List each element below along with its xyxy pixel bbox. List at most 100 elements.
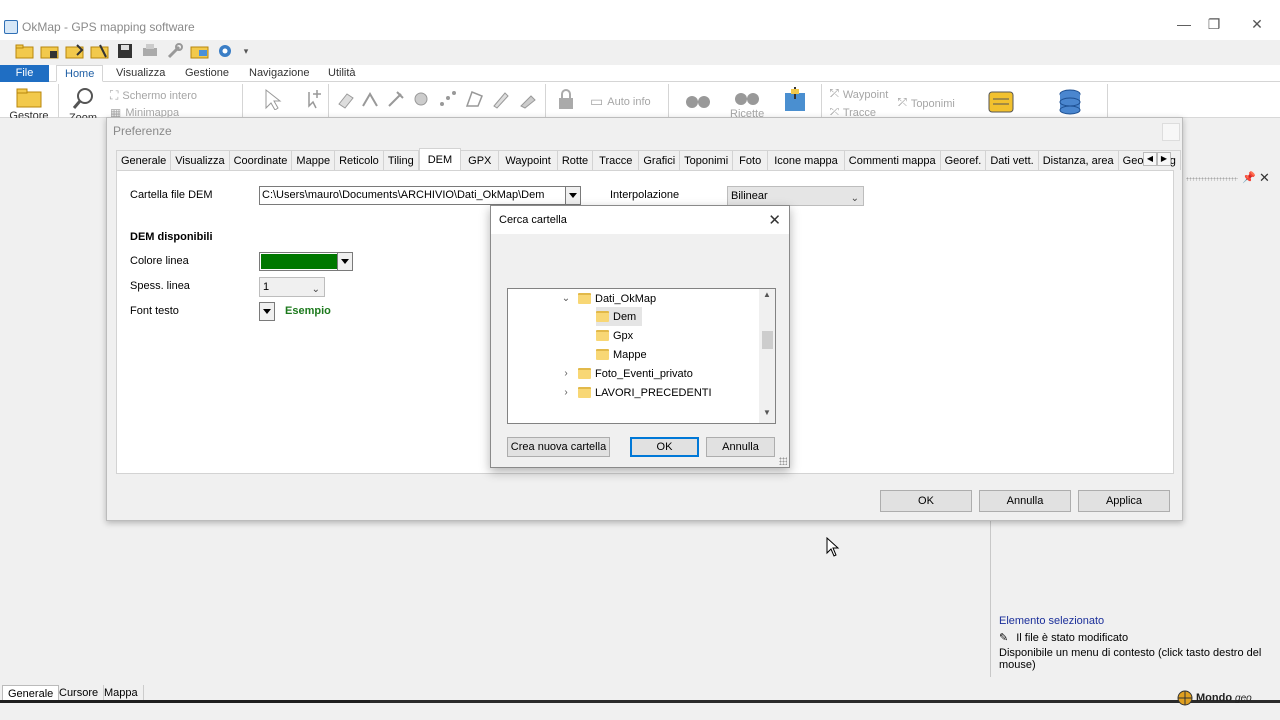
line-color-dropdown[interactable] [337, 252, 353, 271]
save-folder-icon[interactable] [39, 40, 61, 62]
dem-folder-browse-button[interactable] [565, 186, 581, 205]
tab-visualizza[interactable]: Visualizza [171, 150, 230, 170]
close-button[interactable]: ✕ [1245, 16, 1269, 36]
tab-tracce[interactable]: Tracce [593, 150, 640, 170]
tab-toponimi[interactable]: Toponimi [680, 150, 734, 170]
interpolation-select[interactable]: Bilinear ⌄ [727, 186, 864, 206]
tree-item[interactable]: › LAVORI_PRECEDENTI [560, 383, 711, 402]
tab-grafici[interactable]: Grafici [639, 150, 681, 170]
panel-grip[interactable] [1186, 177, 1238, 181]
scroll-down-icon[interactable]: ▼ [759, 408, 775, 422]
tab-gestione[interactable]: Gestione [177, 65, 237, 82]
line-width-value: 1 [263, 281, 270, 293]
tab-generale[interactable]: Generale [116, 150, 172, 170]
tab-foto[interactable]: Foto [733, 150, 769, 170]
polygon-icon[interactable] [464, 88, 486, 110]
tab-home[interactable]: Home [56, 65, 104, 82]
tab-utilita[interactable]: Utilità [320, 65, 364, 82]
close-icon[interactable]: ✕ [768, 211, 781, 229]
waypoint-button[interactable]: ⤱ Waypoint [830, 88, 888, 101]
toponimi-button[interactable]: ⤱ Toponimi [898, 97, 955, 110]
minimappa-button[interactable]: ▦ Minimappa [110, 108, 179, 117]
pen-icon[interactable] [490, 88, 512, 110]
pointer-icon[interactable] [262, 88, 284, 110]
node-icon[interactable] [410, 88, 432, 110]
tab-navigazione[interactable]: Navigazione [241, 65, 318, 82]
auto-info-button[interactable]: ▭ Auto info [590, 93, 651, 110]
import-icon[interactable] [64, 40, 86, 62]
tab-rotte[interactable]: Rotte [557, 150, 594, 170]
add-pointer-icon[interactable] [303, 88, 325, 110]
print-icon[interactable] [139, 40, 161, 62]
tab-gpx[interactable]: GPX [461, 150, 500, 170]
database-icon[interactable] [1056, 88, 1084, 116]
tree-scrollbar[interactable]: ▲ ▼ [759, 289, 775, 423]
resize-grip[interactable] [779, 457, 787, 465]
tab-reticolo[interactable]: Reticolo [335, 150, 384, 170]
schermo-intero-button[interactable]: ⛶ Schermo intero [110, 88, 197, 103]
line-color-picker[interactable] [259, 252, 339, 271]
preferences-close-button[interactable] [1162, 123, 1180, 141]
gear-icon[interactable] [214, 40, 236, 62]
save-icon[interactable] [114, 40, 136, 62]
tracce-icon: ⤱ [830, 108, 839, 117]
dem-folder-field[interactable]: C:\Users\mauro\Documents\ARCHIVIO\Dati_O… [259, 186, 566, 205]
folder-icon[interactable] [189, 40, 211, 62]
tab-icone-mappa[interactable]: Icone mappa [768, 150, 845, 170]
font-dropdown[interactable] [259, 302, 275, 321]
tab-scroll-left-icon[interactable]: ◀ [1143, 152, 1157, 166]
tree-item-selected[interactable]: Dem [596, 307, 643, 326]
open-folder-icon[interactable] [14, 40, 36, 62]
line-color-swatch [261, 254, 337, 269]
tree-item[interactable]: Mappe [596, 345, 647, 364]
tab-tiling[interactable]: Tiling [383, 150, 419, 170]
collapse-icon[interactable]: ⌄ [560, 293, 572, 304]
tree-item[interactable]: ⌄ Dati_OkMap [560, 289, 656, 308]
apply-button[interactable]: Applica [1078, 490, 1170, 512]
minimap-icon: ▦ [110, 108, 122, 117]
ok-button[interactable]: OK [880, 490, 972, 512]
tree-item[interactable]: › Foto_Eventi_privato [560, 364, 693, 383]
cancel-button[interactable]: Annulla [979, 490, 1071, 512]
lock-icon[interactable] [555, 88, 577, 110]
brush-icon[interactable] [517, 88, 539, 110]
tab-dem[interactable]: DEM [418, 148, 462, 170]
tools-icon[interactable] [164, 40, 186, 62]
scroll-thumb[interactable] [762, 331, 773, 349]
ricette-button[interactable]: Ricette [730, 86, 764, 117]
tab-dati-vett[interactable]: Dati vett. [986, 150, 1039, 170]
tab-coordinate[interactable]: Coordinate [229, 150, 293, 170]
quick-access-toolbar: ▾ [14, 40, 253, 64]
points-icon[interactable] [437, 88, 459, 110]
draw-icon[interactable] [360, 88, 382, 110]
new-folder-button[interactable]: Crea nuova cartella [507, 437, 610, 457]
tab-scroll-right-icon[interactable]: ▶ [1157, 152, 1171, 166]
binoculars-icon[interactable] [684, 88, 712, 110]
tree-item[interactable]: Gpx [596, 326, 633, 345]
tab-visualizza[interactable]: Visualizza [108, 65, 173, 82]
pin-icon[interactable]: 📌 [1242, 171, 1256, 184]
expand-icon[interactable]: › [560, 387, 572, 398]
qat-more-icon[interactable]: ▾ [239, 40, 253, 62]
tracce-button[interactable]: ⤱ Tracce [830, 108, 876, 117]
edit-icon[interactable] [385, 88, 407, 110]
tab-mappe[interactable]: Mappe [292, 150, 336, 170]
scroll-up-icon[interactable]: ▲ [759, 290, 775, 304]
panel-close-icon[interactable]: ✕ [1259, 170, 1270, 186]
eraser-icon[interactable] [335, 88, 357, 110]
map-pin-icon[interactable] [783, 85, 807, 113]
maximize-button[interactable]: ❐ [1202, 16, 1226, 36]
tab-commenti-mappa[interactable]: Commenti mappa [844, 150, 941, 170]
line-width-select[interactable]: 1 ⌄ [259, 277, 325, 297]
tab-waypoint[interactable]: Waypoint [499, 150, 558, 170]
chevron-down-icon: ⌄ [850, 193, 859, 204]
minimize-button[interactable]: — [1172, 16, 1196, 36]
tab-georef[interactable]: Georef. [940, 150, 987, 170]
export-icon[interactable] [89, 40, 111, 62]
tab-distanza-area[interactable]: Distanza, area [1038, 150, 1119, 170]
tab-file[interactable]: File [0, 65, 49, 82]
browse-ok-button[interactable]: OK [630, 437, 699, 457]
browse-cancel-button[interactable]: Annulla [706, 437, 775, 457]
expand-icon[interactable]: › [560, 368, 572, 379]
notes-icon[interactable] [988, 89, 1014, 115]
